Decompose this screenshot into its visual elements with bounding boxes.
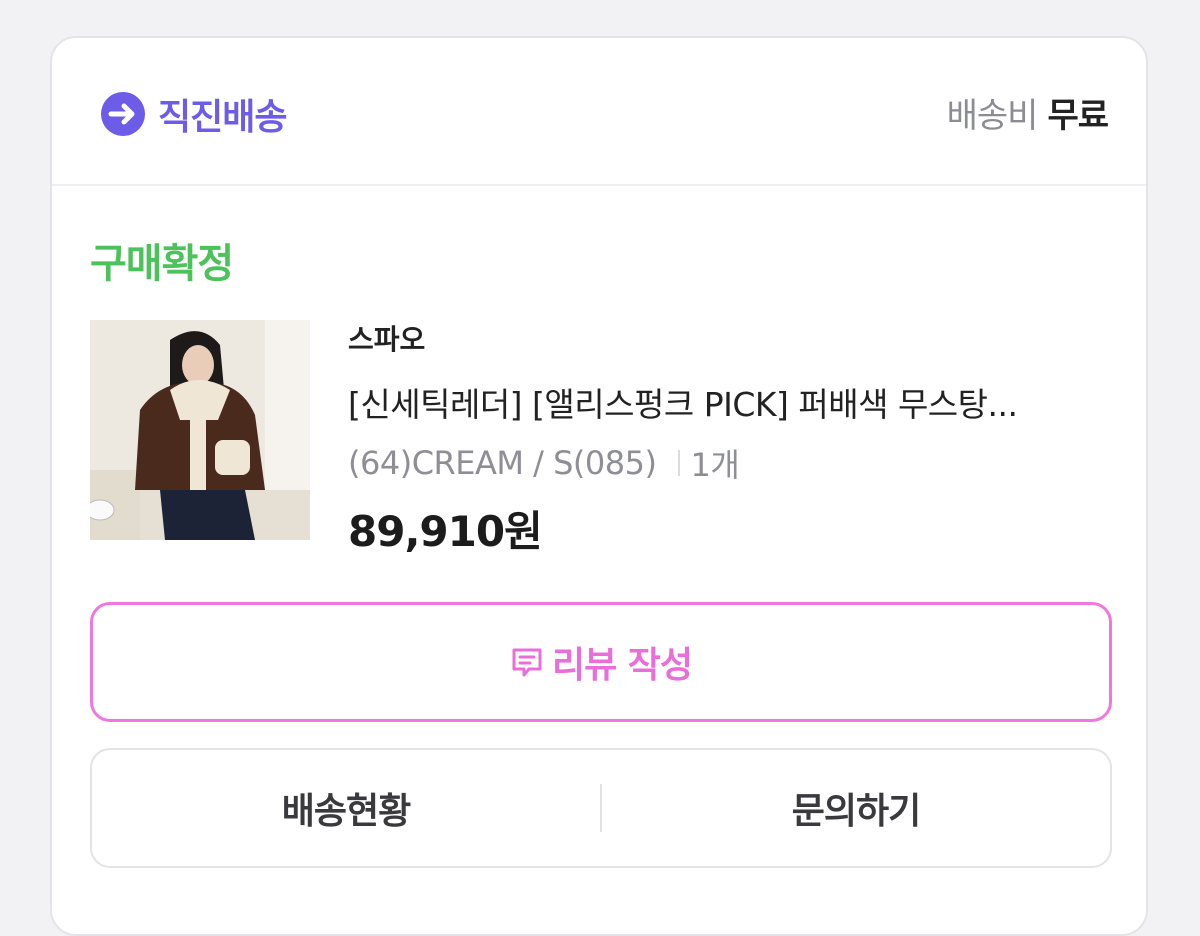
write-review-label: 리뷰 작성 [551, 645, 693, 686]
product-info: 스파오 [신세틱레더] [앨리스펑크 PICK] 퍼배색 무스탕... (64)… [348, 320, 1118, 559]
option-divider [678, 450, 681, 476]
brand-name[interactable]: 스파오 [348, 320, 1118, 360]
arrow-circle-icon [101, 92, 145, 136]
order-card: 직진배송 배송비 무료 구매확정 스파오 [신세틱레더] [앨리스펑크 PICK]… [50, 36, 1148, 936]
inquiry-button[interactable]: 문의하기 [602, 782, 1110, 834]
delivery-type-label: 직진배송 [158, 97, 287, 138]
product-thumbnail[interactable] [90, 320, 310, 540]
product-option: (64)CREAM / S(085) 1개 [348, 440, 1118, 486]
shipping-fee-value: 무료 [1047, 96, 1109, 136]
comment-icon [512, 648, 542, 677]
shipping-fee: 배송비 무료 [946, 88, 1109, 137]
card-header: 직진배송 배송비 무료 [52, 38, 1146, 186]
order-actions: 배송현황 문의하기 [90, 748, 1112, 868]
order-status: 구매확정 [90, 241, 234, 287]
product-title[interactable]: [신세틱레더] [앨리스펑크 PICK] 퍼배색 무스탕... [348, 378, 1118, 426]
product-price: 89,910원 [348, 507, 543, 556]
delivery-status-button[interactable]: 배송현황 [92, 782, 600, 834]
write-review-button[interactable]: 리뷰 작성 [90, 602, 1112, 722]
shipping-fee-label: 배송비 [946, 96, 1039, 136]
quantity-text: 1개 [690, 446, 740, 484]
option-text: (64)CREAM / S(085) [348, 444, 657, 482]
direct-delivery-badge: 직진배송 [100, 88, 287, 140]
